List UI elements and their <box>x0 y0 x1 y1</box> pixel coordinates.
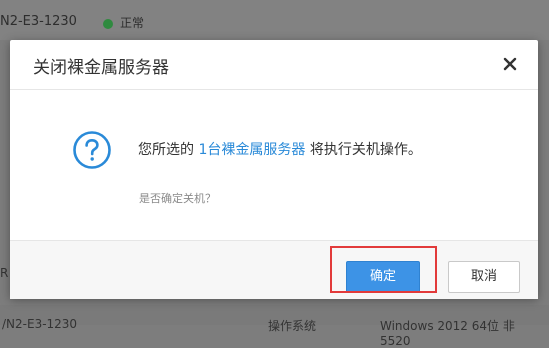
confirm-message: 您所选的 1台裸金属服务器 将执行关机操作。 <box>138 139 422 159</box>
server-model-text-bottom: /N2-E3-1230 <box>2 317 78 331</box>
server-status-text: 正常 <box>120 16 145 30</box>
server-model-text: N2-E3-1230 <box>0 14 77 29</box>
os-label: 操作系统 <box>268 319 317 333</box>
close-icon <box>503 57 517 71</box>
message-prefix: 您所选的 <box>138 142 194 158</box>
shutdown-dialog: 关闭裸金属服务器 您所选的 1台裸金属服务器 将执行关机操作。 是否确定关机？ … <box>10 40 538 299</box>
status-dot-icon <box>103 19 113 29</box>
confirm-button[interactable]: 确定 <box>346 261 420 293</box>
question-icon <box>73 131 111 169</box>
confirm-question: 是否确定关机？ <box>139 192 216 205</box>
message-server-count: 1台裸金属服务器 <box>198 142 306 158</box>
background-fragment-text: R <box>0 266 9 280</box>
dialog-header: 关闭裸金属服务器 <box>10 40 538 90</box>
dialog-title: 关闭裸金属服务器 <box>33 58 169 78</box>
dialog-footer: 确定 取消 <box>10 240 538 299</box>
message-suffix: 将执行关机操作。 <box>309 142 422 158</box>
background-server-row: N2-E3-1230 正常 <box>0 0 549 40</box>
cancel-button[interactable]: 取消 <box>448 261 520 293</box>
close-button[interactable] <box>500 54 520 74</box>
os-value: Windows 2012 64位 非 5520 <box>380 319 515 348</box>
background-server-row-bottom: /N2-E3-1230 操作系统 Windows 2012 64位 非 5520 <box>0 305 549 348</box>
